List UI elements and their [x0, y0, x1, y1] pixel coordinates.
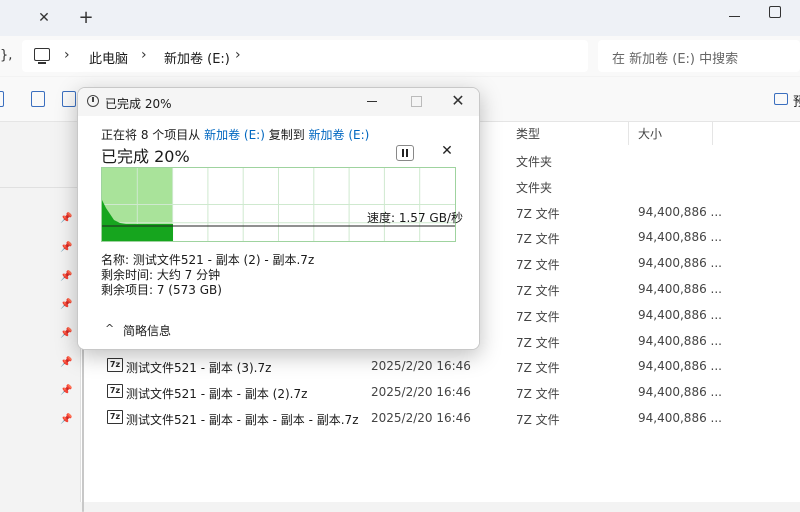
nav-glyph[interactable]: },: [0, 48, 12, 63]
cancel-copy-button[interactable]: ✕: [440, 144, 454, 158]
column-header-type[interactable]: 类型: [516, 125, 540, 142]
window-minimize-icon[interactable]: [725, 8, 745, 24]
speed-label: 速度: 1.57 GB/秒: [367, 211, 463, 225]
archive-file-icon: 7z: [107, 410, 123, 424]
copy-mid: 复制到: [264, 128, 309, 142]
breadcrumb-this-pc[interactable]: 此电脑: [89, 48, 128, 67]
file-type: 7Z 文件: [516, 258, 560, 272]
pause-button[interactable]: [396, 145, 414, 161]
file-size: 94,400,886 ...: [638, 282, 722, 296]
copy-prefix: 正在将 8 个项目从: [101, 128, 205, 142]
archive-file-icon: 7z: [107, 384, 123, 398]
pin-icon: 📌: [60, 328, 73, 339]
copy-icon[interactable]: [31, 91, 45, 107]
nav-divider: [0, 187, 80, 188]
file-type: 7Z 文件: [516, 361, 560, 375]
pin-icon: 📌: [60, 414, 73, 425]
cut-icon[interactable]: [0, 91, 4, 107]
dialog-maximize-icon: [411, 96, 422, 107]
file-size: 94,400,886 ...: [638, 385, 722, 399]
file-date: 2025/2/20 16:46: [371, 359, 471, 373]
file-type: 7Z 文件: [516, 336, 560, 350]
pin-icon: 📌: [60, 299, 73, 310]
progress-percent: 已完成 20%: [101, 147, 190, 166]
dialog-title: 已完成 20%: [105, 97, 172, 111]
file-type: 7Z 文件: [516, 310, 560, 324]
file-type: 文件夹: [516, 181, 553, 195]
copy-description: 正在将 8 个项目从 新加卷 (E:) 复制到 新加卷 (E:): [101, 126, 369, 143]
file-size: 94,400,886 ...: [638, 230, 722, 244]
file-type: 7Z 文件: [516, 207, 560, 221]
source-link[interactable]: 新加卷 (E:): [204, 128, 265, 142]
file-type: 7Z 文件: [516, 284, 560, 298]
pin-icon: 📌: [60, 271, 73, 282]
file-type: 文件夹: [516, 155, 553, 169]
pin-icon: 📌: [60, 385, 73, 396]
pin-icon: 📌: [60, 213, 73, 224]
pin-icon: 📌: [60, 357, 73, 368]
tab-close-icon[interactable]: ✕: [36, 10, 52, 26]
new-tab-icon[interactable]: +: [77, 9, 95, 27]
clock-icon: [87, 95, 99, 107]
file-size: 94,400,886 ...: [638, 205, 722, 219]
file-type: 7Z 文件: [516, 413, 560, 427]
navigation-pane: [0, 122, 81, 502]
items-remaining: 剩余项目: 7 (573 GB): [101, 283, 222, 297]
computer-icon: [34, 48, 50, 64]
chevron-right-icon[interactable]: ›: [235, 47, 241, 63]
dialog-close-icon[interactable]: ✕: [448, 91, 468, 111]
file-date: 2025/2/20 16:46: [371, 411, 471, 425]
file-size: 94,400,886 ...: [638, 359, 722, 373]
search-input[interactable]: 在 新加卷 (E:) 中搜索: [612, 48, 738, 67]
file-date: 2025/2/20 16:46: [371, 385, 471, 399]
chevron-right-icon[interactable]: ›: [141, 47, 147, 63]
chevron-up-icon[interactable]: ^: [105, 322, 114, 335]
fewer-details-toggle[interactable]: 简略信息: [123, 322, 171, 339]
file-size: 94,400,886 ...: [638, 256, 722, 270]
pin-icon: 📌: [60, 242, 73, 253]
dialog-minimize-icon[interactable]: [367, 101, 377, 102]
window-titlebar: [0, 0, 800, 36]
column-divider[interactable]: [628, 121, 629, 145]
archive-file-icon: 7z: [107, 358, 123, 372]
transfer-speed-graph: [101, 167, 456, 242]
file-type: 7Z 文件: [516, 387, 560, 401]
file-name[interactable]: 测试文件521 - 副本 (3).7z: [126, 359, 271, 376]
column-header-size[interactable]: 大小: [638, 125, 662, 142]
file-size: 94,400,886 ...: [638, 411, 722, 425]
speed-graph-svg: [102, 168, 455, 241]
file-name[interactable]: 测试文件521 - 副本 - 副本 - 副本 - 副本.7z: [126, 411, 359, 428]
file-type: 7Z 文件: [516, 232, 560, 246]
column-divider[interactable]: [712, 121, 713, 145]
file-name[interactable]: 测试文件521 - 副本 - 副本 (2).7z: [126, 385, 307, 402]
file-size: 94,400,886 ...: [638, 334, 722, 348]
preview-pane-icon[interactable]: [774, 93, 788, 105]
paste-icon[interactable]: [62, 91, 76, 107]
preview-button-label[interactable]: 预: [793, 91, 800, 110]
destination-link[interactable]: 新加卷 (E:): [309, 128, 370, 142]
chevron-right-icon[interactable]: ›: [64, 47, 70, 63]
copy-progress-dialog: 已完成 20% ✕ 正在将 8 个项目从 新加卷 (E:) 复制到 新加卷 (E…: [77, 87, 480, 350]
window-maximize-icon[interactable]: [769, 6, 781, 18]
file-size: 94,400,886 ...: [638, 308, 722, 322]
breadcrumb-volume-e[interactable]: 新加卷 (E:): [164, 48, 230, 67]
